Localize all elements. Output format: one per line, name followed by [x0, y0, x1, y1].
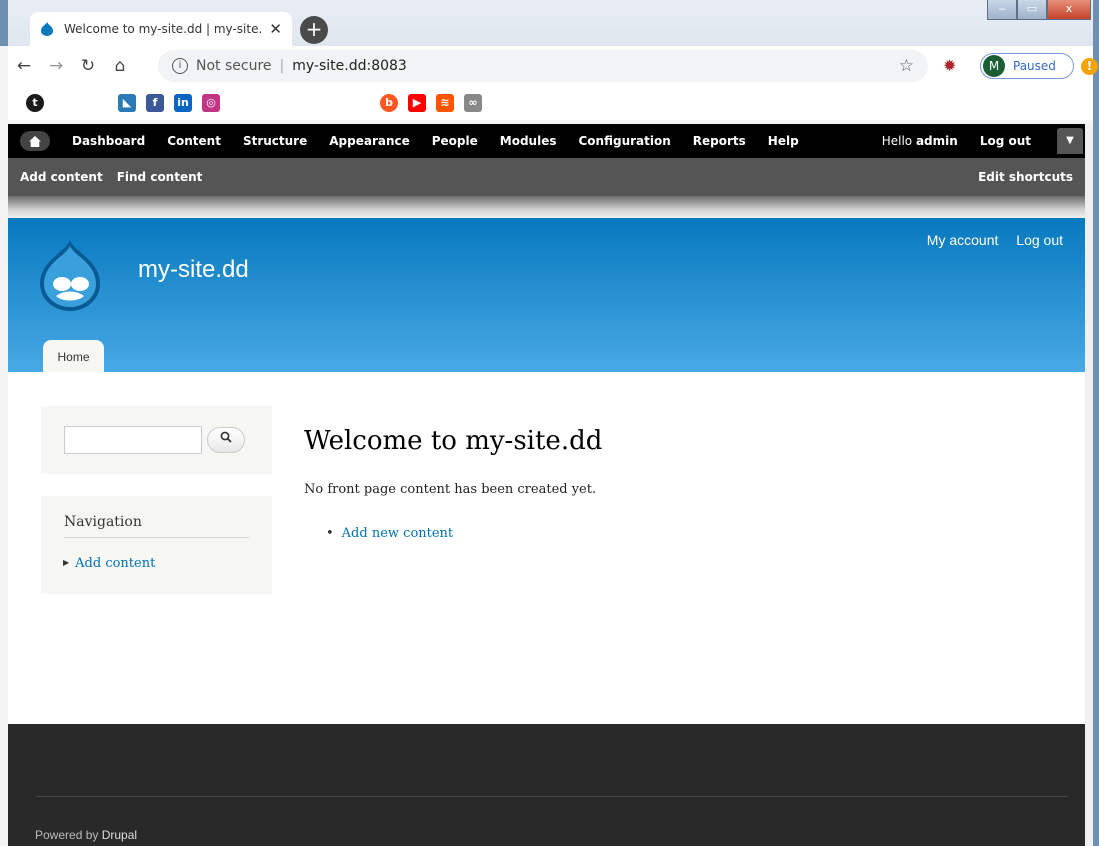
admin-menu-dashboard[interactable]: Dashboard — [72, 134, 145, 148]
admin-menu-modules[interactable]: Modules — [500, 134, 557, 148]
tab-title: Welcome to my-site.dd | my-site. — [64, 22, 263, 36]
search-block — [41, 406, 272, 474]
security-label: Not secure — [196, 58, 272, 74]
profile-status: Paused — [1013, 59, 1056, 73]
list-item[interactable]: • Add new content — [326, 526, 453, 541]
flag-icon[interactable]: ◣ — [118, 94, 136, 112]
admin-menu-appearance[interactable]: Appearance — [329, 134, 410, 148]
admin-menu-content[interactable]: Content — [167, 134, 221, 148]
home-icon[interactable]: ⌂ — [104, 56, 136, 76]
search-input[interactable] — [64, 426, 202, 454]
instagram-icon[interactable]: ◎ — [202, 94, 220, 112]
hello-label: Hello — [881, 134, 916, 148]
close-window-icon[interactable]: x — [1047, 0, 1091, 20]
admin-menu-reports[interactable]: Reports — [693, 134, 746, 148]
site-name[interactable]: my-site.dd — [138, 256, 249, 284]
drupal-logo-icon[interactable] — [38, 238, 102, 312]
admin-home-button[interactable] — [20, 131, 50, 151]
nav-item-add-content[interactable]: ▶ Add content — [63, 556, 155, 571]
admin-toolbar: Dashboard Content Structure Appearance P… — [8, 124, 1093, 158]
hello-user: Hello admin — [882, 134, 958, 148]
powered-by: Powered by Drupal — [35, 828, 137, 842]
soundcloud-icon[interactable]: ≋ — [436, 94, 454, 112]
admin-menu-people[interactable]: People — [432, 134, 478, 148]
forward-icon[interactable]: → — [40, 56, 72, 76]
search-icon — [220, 431, 232, 443]
home-icon — [29, 135, 41, 147]
search-button[interactable] — [207, 427, 245, 453]
bullet-icon: • — [326, 526, 334, 541]
update-alert-icon[interactable]: ! — [1081, 58, 1098, 75]
reload-icon[interactable]: ↻ — [72, 56, 104, 76]
address-separator: | — [279, 58, 285, 74]
add-new-content-link[interactable]: Add new content — [342, 526, 453, 541]
browser-tab-strip: Welcome to my-site.dd | my-site. ✕ + ‒ ▭… — [0, 0, 1099, 46]
admin-user-area: Hello admin Log out ▼ — [882, 128, 1093, 154]
footer-divider — [36, 796, 1068, 797]
drupal-favicon-icon — [41, 22, 53, 36]
bookmark-star-icon[interactable]: ☆ — [899, 56, 914, 76]
blogger-icon[interactable]: b — [380, 94, 398, 112]
close-tab-icon[interactable]: ✕ — [269, 20, 282, 38]
tab-home[interactable]: Home — [43, 340, 104, 372]
drupal-link[interactable]: Drupal — [102, 828, 137, 842]
profile-button[interactable]: M Paused — [980, 53, 1074, 79]
toolbar-shadow — [8, 196, 1093, 218]
address-bar[interactable]: i Not secure | my-site.dd:8083 ☆ — [158, 50, 928, 82]
powered-by-label: Powered by — [35, 828, 102, 842]
window-frame — [1093, 0, 1099, 846]
admin-menu-structure[interactable]: Structure — [243, 134, 307, 148]
browser-toolbar: ← → ↻ ⌂ i Not secure | my-site.dd:8083 ☆… — [8, 46, 1098, 86]
browser-tab[interactable]: Welcome to my-site.dd | my-site. ✕ — [30, 12, 292, 46]
window-controls: ‒ ▭ x — [987, 0, 1091, 20]
header-logout-link[interactable]: Log out — [1016, 232, 1063, 248]
avatar: M — [983, 55, 1005, 77]
page-title: Welcome to my-site.dd — [304, 426, 603, 456]
main-region: Navigation ▶ Add content Welcome to my-si… — [8, 372, 1093, 724]
page-message: No front page content has been created y… — [304, 482, 597, 497]
nav-item-label: Add content — [75, 556, 156, 571]
bookmarks-bar: t ◣ f in ◎ b ▶ ≋ ∞ — [8, 86, 1093, 120]
navigation-title: Navigation — [64, 514, 249, 538]
maximize-icon[interactable]: ▭ — [1017, 0, 1047, 20]
toggle-shortcuts-icon[interactable]: ▼ — [1057, 128, 1083, 154]
triangle-right-icon: ▶ — [63, 558, 70, 567]
shortcut-add-content[interactable]: Add content — [20, 170, 103, 184]
navigation-block: Navigation ▶ Add content — [41, 496, 272, 594]
info-icon[interactable]: i — [172, 58, 188, 74]
admin-menu-configuration[interactable]: Configuration — [579, 134, 671, 148]
link-icon[interactable]: ∞ — [464, 94, 482, 112]
shortcut-find-content[interactable]: Find content — [117, 170, 203, 184]
admin-menu-help[interactable]: Help — [768, 134, 799, 148]
shortcut-bar: Add content Find content Edit shortcuts — [8, 158, 1093, 196]
site-header: my-site.dd My account Log out Home — [8, 218, 1093, 372]
youtube-icon[interactable]: ▶ — [408, 94, 426, 112]
tumblr-icon[interactable]: t — [26, 94, 44, 112]
my-account-link[interactable]: My account — [927, 232, 999, 248]
admin-logout-link[interactable]: Log out — [980, 134, 1031, 148]
new-tab-button[interactable]: + — [300, 16, 328, 44]
page-scrollbar[interactable] — [1085, 124, 1093, 846]
username-link[interactable]: admin — [916, 134, 958, 148]
linkedin-icon[interactable]: in — [174, 94, 192, 112]
back-icon[interactable]: ← — [8, 56, 40, 76]
url-text: my-site.dd:8083 — [292, 58, 407, 74]
secondary-menu: My account Log out — [913, 232, 1063, 248]
extension-icon[interactable]: ✹ — [943, 56, 956, 75]
facebook-icon[interactable]: f — [146, 94, 164, 112]
minimize-icon[interactable]: ‒ — [987, 0, 1017, 20]
edit-shortcuts-link[interactable]: Edit shortcuts — [978, 170, 1073, 184]
footer: Powered by Drupal — [8, 724, 1093, 846]
